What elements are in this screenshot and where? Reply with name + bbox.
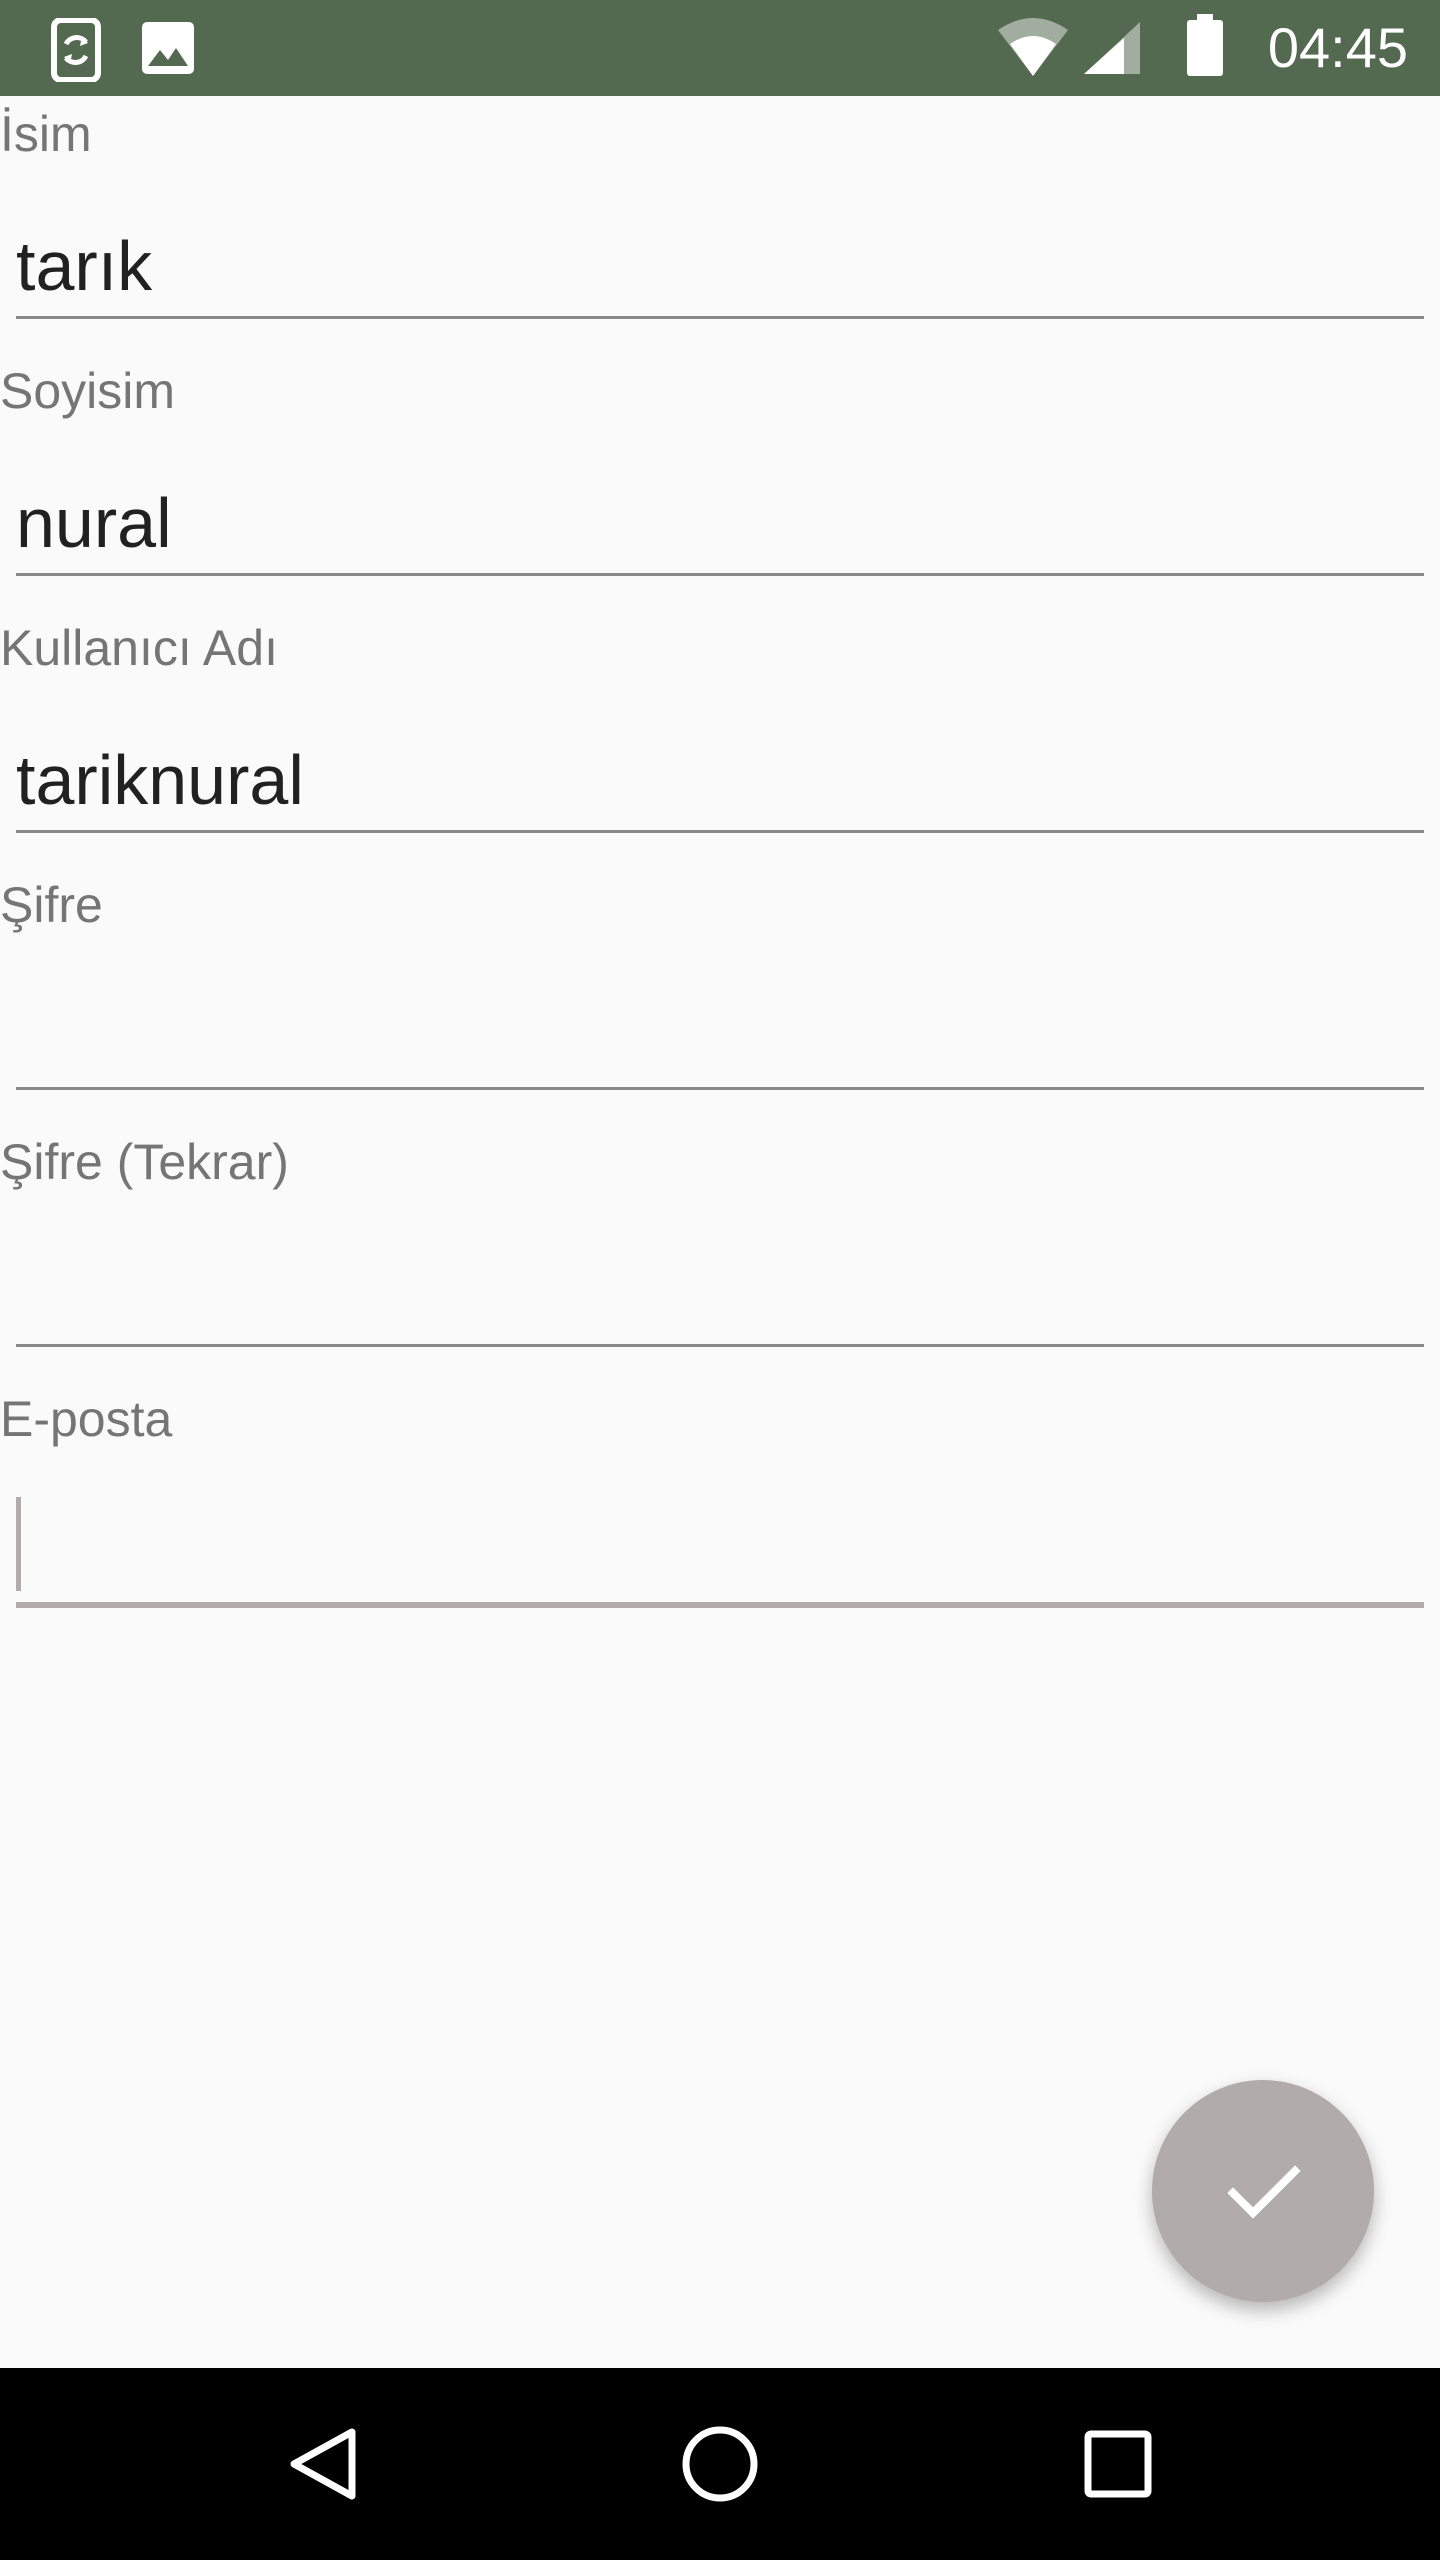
email-underline: [16, 1602, 1424, 1608]
surname-underline: [16, 573, 1424, 576]
name-label: İsim: [0, 106, 92, 162]
surname-label: Soyisim: [0, 363, 176, 419]
username-label: Kullanıcı Adı: [0, 620, 278, 676]
text-cursor: [16, 1497, 21, 1591]
password-label: Şifre: [0, 877, 103, 933]
confirm-button[interactable]: [1152, 2080, 1374, 2302]
username-input[interactable]: tariknural: [16, 730, 1422, 830]
home-icon: [682, 2426, 758, 2502]
password-repeat-label: Şifre (Tekrar): [0, 1134, 289, 1190]
password-repeat-input[interactable]: [16, 1244, 1422, 1344]
email-label: E-posta: [0, 1391, 173, 1447]
name-underline: [16, 316, 1424, 319]
username-underline: [16, 830, 1424, 833]
password-underline: [16, 1087, 1424, 1090]
check-icon: [1227, 2165, 1301, 2219]
status-bar: 04:45: [0, 0, 1440, 96]
password-input[interactable]: [16, 987, 1422, 1087]
home-button[interactable]: [670, 2414, 770, 2514]
email-field: E-posta: [0, 1381, 1440, 1638]
username-field: Kullanıcı Adı tariknural: [0, 610, 1440, 867]
password-field: Şifre: [0, 867, 1440, 1124]
surname-input[interactable]: nural: [16, 473, 1422, 573]
surname-field: Soyisim nural: [0, 353, 1440, 610]
recents-icon: [1084, 2430, 1152, 2498]
status-time: 04:45: [1267, 16, 1408, 79]
back-button[interactable]: [272, 2414, 372, 2514]
wifi-icon: [996, 16, 1070, 83]
battery-icon: [1184, 14, 1226, 83]
password-repeat-field: Şifre (Tekrar): [0, 1124, 1440, 1381]
screen-rotation-icon: [48, 17, 104, 87]
image-icon: [140, 20, 196, 81]
email-input[interactable]: [16, 1501, 1422, 1601]
password-repeat-underline: [16, 1344, 1424, 1347]
registration-form: İsim tarık Soyisim nural Kullanıcı Adı t…: [0, 96, 1440, 1638]
name-field: İsim tarık: [0, 96, 1440, 353]
name-input[interactable]: tarık: [16, 216, 1422, 316]
navigation-bar: [0, 2368, 1440, 2560]
back-icon: [290, 2428, 356, 2500]
signal-icon: [1082, 20, 1142, 81]
recents-button[interactable]: [1068, 2414, 1168, 2514]
